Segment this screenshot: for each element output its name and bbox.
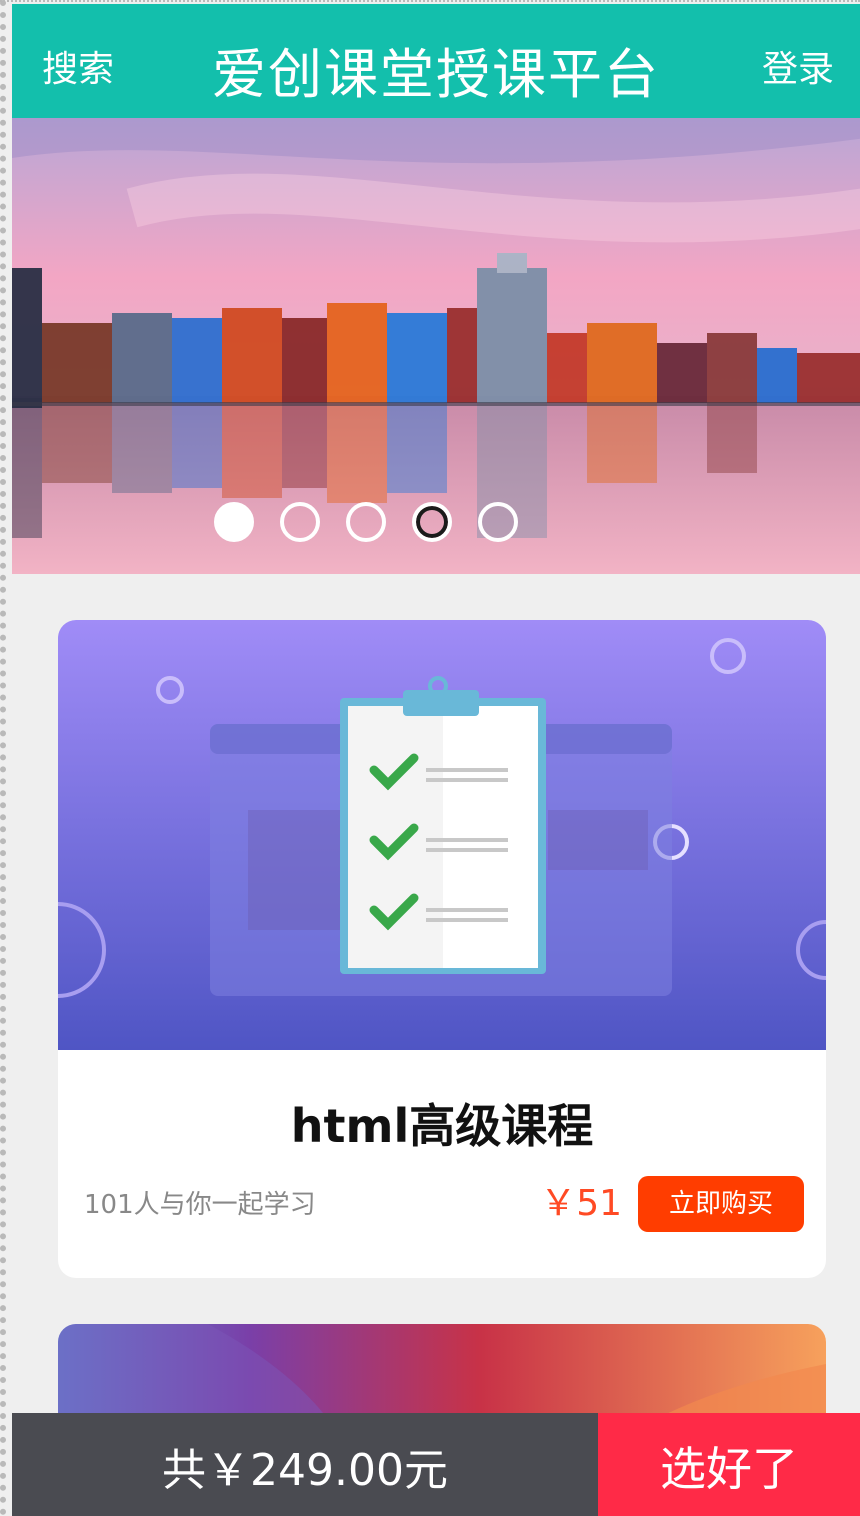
course-price: ￥51 <box>540 1183 622 1224</box>
carousel-indicators <box>12 502 790 542</box>
app-header: 搜索 爱创课堂授课平台 登录 <box>12 4 860 118</box>
carousel-dot-1[interactable] <box>214 502 254 542</box>
learner-count: 101人与你一起学习 <box>84 1190 316 1220</box>
course-title: html高级课程 <box>290 1099 594 1153</box>
checkout-button[interactable]: 选好了 <box>598 1413 860 1516</box>
carousel-dot-2[interactable] <box>280 502 320 542</box>
buy-now-button[interactable]: 立即购买 <box>638 1176 804 1232</box>
checkout-bar: 共￥249.00元 选好了 <box>12 1413 860 1516</box>
app-frame: 搜索 爱创课堂授课平台 登录 html高级课程 101人与你一起学习 ￥51 立… <box>0 0 860 1516</box>
carousel-dot-3[interactable] <box>346 502 386 542</box>
carousel-dot-5[interactable] <box>478 502 518 542</box>
page-title: 爱创课堂授课平台 <box>212 43 660 106</box>
course-thumbnail <box>58 620 826 1050</box>
login-button[interactable]: 登录 <box>762 40 834 92</box>
course-card[interactable]: html高级课程 101人与你一起学习 ￥51 立即购买 <box>58 620 826 1278</box>
cart-total: 共￥249.00元 <box>12 1413 598 1516</box>
hero-carousel[interactable] <box>12 118 860 574</box>
carousel-dot-4[interactable] <box>412 502 452 542</box>
